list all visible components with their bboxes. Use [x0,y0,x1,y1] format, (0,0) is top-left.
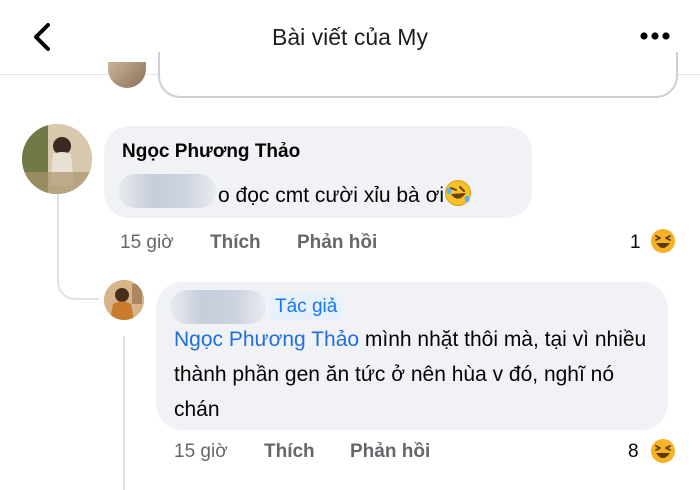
comment-time: 15 giờ [120,232,174,253]
reply-button[interactable]: Phản hồi [350,441,430,463]
comment-text-content: o đọc cmt cười xỉu bà ơi [218,184,445,207]
thread-connector [57,262,99,300]
reply-button[interactable]: Phản hồi [297,232,377,254]
blurred-mention [118,174,216,208]
like-button[interactable]: Thích [264,441,315,463]
mention-link[interactable]: Ngọc Phương Thảo [174,328,359,351]
reply-time: 15 giờ [174,441,228,462]
avatar[interactable] [22,124,92,194]
avatar[interactable] [104,280,144,320]
page-title: Bài viết của My [272,24,428,50]
reply-thread-line [123,336,125,490]
comment-text: o đọc cmt cười xỉu bà ơi [218,179,472,213]
previous-comment-box[interactable] [158,52,678,98]
rolling-laughing-emoji [444,179,472,213]
more-options-button[interactable] [636,24,676,48]
like-button[interactable]: Thích [210,232,261,254]
blurred-author-name [170,290,266,324]
reaction-count[interactable]: 8 [628,441,639,463]
previous-avatar [108,62,146,88]
reply-text: Ngọc Phương Thảo mình nhặt thôi mà, tại … [174,322,652,427]
laughing-reaction-icon[interactable] [648,436,678,471]
more-dots-icon [640,32,670,40]
author-badge: Tác giả [269,294,344,320]
reaction-count[interactable]: 1 [630,232,641,254]
comment-author[interactable]: Ngọc Phương Thảo [122,141,300,163]
laughing-reaction-icon[interactable] [648,226,678,261]
